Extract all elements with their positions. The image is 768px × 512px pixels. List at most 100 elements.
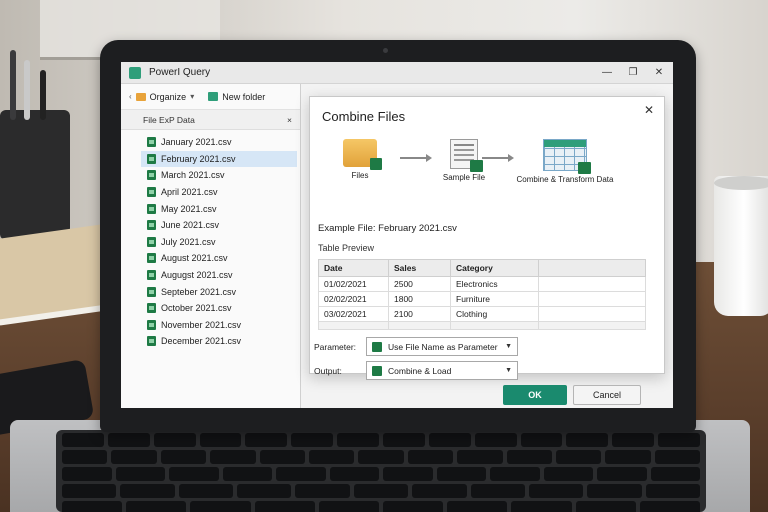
new-folder-button[interactable]: New folder xyxy=(204,90,269,104)
csv-file-icon xyxy=(147,187,156,198)
laptop-keyboard xyxy=(56,430,706,512)
file-item[interactable]: April 2021.csv xyxy=(121,184,300,201)
organize-button[interactable]: ‹ Organize ▾ xyxy=(125,90,198,104)
window-titlebar: PowerI Query — ❐ ✕ xyxy=(121,62,673,84)
parameter-value: Use File Name as Parameter xyxy=(388,341,498,352)
csv-file-icon xyxy=(147,236,156,247)
column-header-date[interactable]: Date xyxy=(318,259,389,277)
output-label: Output: xyxy=(314,365,342,376)
file-item[interactable]: March 2021.csv xyxy=(121,167,300,184)
table-cell: Electronics xyxy=(450,276,539,292)
file-item-selected[interactable]: February 2021.csv xyxy=(141,150,297,168)
file-item[interactable]: January 2021.csv xyxy=(121,134,300,151)
table-cell: 2500 xyxy=(388,276,451,292)
table-cell: Clothing xyxy=(450,306,539,322)
chevron-down-icon: ▼ xyxy=(505,367,512,374)
parameter-label: Parameter: xyxy=(314,341,357,352)
file-item[interactable]: Septeber 2021.csv xyxy=(121,283,300,300)
close-window-button[interactable]: ✕ xyxy=(653,67,665,78)
table-cell: Furniture xyxy=(450,291,539,307)
step-files-label: Files xyxy=(351,171,369,180)
csv-file-icon xyxy=(147,220,156,231)
back-chevron-icon: ‹ xyxy=(129,92,132,101)
window-controls: — ❐ ✕ xyxy=(601,67,665,78)
table-header-row: Date Sales Category xyxy=(318,259,646,277)
laptop-screen: PowerI Query — ❐ ✕ ‹ Organize ▾ New fold… xyxy=(121,62,673,408)
csv-file-icon xyxy=(147,270,156,281)
file-item[interactable]: June 2021.csv xyxy=(121,217,300,234)
ok-button[interactable]: OK xyxy=(503,385,567,405)
table-cell xyxy=(538,291,646,307)
parameter-dropdown[interactable]: Use File Name as Parameter ▼ xyxy=(366,337,518,356)
output-icon xyxy=(372,365,382,376)
chevron-down-icon: ▼ xyxy=(505,343,512,350)
new-folder-icon xyxy=(208,92,219,101)
step-files: Files xyxy=(338,139,382,180)
table-preview-label: Table Preview xyxy=(318,243,375,253)
parameter-row: Parameter: Use File Name as Parameter ▼ xyxy=(314,337,518,356)
example-file-label: Example File: February 2021.csv xyxy=(318,223,457,234)
table-row: 01/02/2021 2500 Electronics xyxy=(318,276,646,292)
table-cell: 03/02/2021 xyxy=(318,306,389,322)
file-item[interactable]: October 2021.csv xyxy=(121,300,300,317)
csv-file-icon xyxy=(147,203,156,214)
csv-file-icon xyxy=(147,286,156,297)
coffee-mug xyxy=(714,176,768,316)
table-cell xyxy=(538,306,646,322)
new-folder-label: New folder xyxy=(222,91,266,102)
arrow-right-icon xyxy=(482,154,514,162)
table-cell: 1800 xyxy=(388,291,451,307)
step-combine-transform: Combine & Transform Data xyxy=(510,139,620,184)
path-close-icon[interactable]: × xyxy=(287,115,292,125)
maximize-button[interactable]: ❐ xyxy=(627,67,639,78)
data-grid-icon xyxy=(543,139,591,174)
folder-icon xyxy=(343,139,382,170)
csv-file-icon xyxy=(147,253,156,264)
file-item[interactable]: Augugst 2021.csv xyxy=(121,267,300,284)
folder-path-bar[interactable]: File ExP Data × xyxy=(121,110,300,130)
column-header-empty xyxy=(538,259,646,277)
minimize-button[interactable]: — xyxy=(601,67,613,78)
file-item[interactable]: November 2021.csv xyxy=(121,317,300,334)
table-cell: 2100 xyxy=(388,306,451,322)
output-value: Combine & Load xyxy=(388,365,452,376)
step-sample-file-label: Sample File xyxy=(442,173,486,182)
explorer-toolbar: ‹ Organize ▾ New folder xyxy=(121,84,300,110)
output-row: Output: Combine & Load ▼ xyxy=(314,361,518,380)
csv-file-icon xyxy=(147,303,156,314)
step-combine-transform-label: Combine & Transform Data xyxy=(516,175,614,184)
column-header-sales[interactable]: Sales xyxy=(388,259,451,277)
csv-file-icon xyxy=(147,336,156,347)
preview-table: Date Sales Category 01/02/2021 2500 Elec… xyxy=(318,259,646,330)
dialog-close-icon[interactable]: ✕ xyxy=(644,103,654,117)
csv-file-icon xyxy=(147,170,156,181)
file-item[interactable]: May 2021.csv xyxy=(121,200,300,217)
file-item[interactable]: December 2021.csv xyxy=(121,333,300,350)
table-cell: 02/02/2021 xyxy=(318,291,389,307)
power-query-app-icon xyxy=(129,66,141,79)
step-sample-file: Sample File xyxy=(436,139,492,182)
organize-label: Organize xyxy=(149,91,187,102)
column-header-category[interactable]: Category xyxy=(450,259,539,277)
arrow-right-icon xyxy=(400,154,432,162)
combine-flow-diagram: Files Sample File Combine & Transform Da… xyxy=(324,139,654,207)
organize-icon xyxy=(135,92,146,101)
sample-file-icon xyxy=(450,139,483,172)
table-row: 03/02/2021 2100 Clothing xyxy=(318,306,646,322)
file-list: January 2021.csv February 2021.csv March… xyxy=(121,130,300,350)
table-row-empty xyxy=(318,321,646,330)
output-dropdown[interactable]: Combine & Load ▼ xyxy=(366,361,518,380)
file-item[interactable]: August 2021.csv xyxy=(121,250,300,267)
dialog-title: Combine Files xyxy=(322,109,406,124)
csv-file-icon xyxy=(147,319,156,330)
chevron-down-icon: ▾ xyxy=(190,92,195,101)
cancel-button[interactable]: Cancel xyxy=(573,385,641,405)
folder-path-label: File ExP Data xyxy=(143,114,195,125)
csv-file-icon xyxy=(147,153,156,164)
pen-cup xyxy=(0,50,70,240)
csv-file-icon xyxy=(147,137,156,148)
file-item[interactable]: July 2021.csv xyxy=(121,234,300,251)
table-row: 02/02/2021 1800 Furniture xyxy=(318,291,646,307)
webcam xyxy=(383,48,388,53)
window-title: PowerI Query xyxy=(149,67,211,78)
